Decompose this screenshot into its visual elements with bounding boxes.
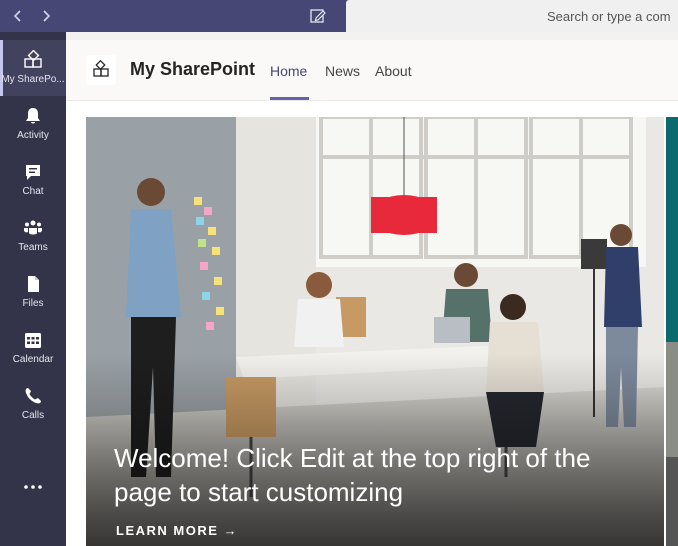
site-logo [86,55,116,85]
sharepoint-icon [93,59,109,77]
phone-icon [25,388,41,404]
secondary-hero-tile[interactable] [666,117,678,546]
file-icon [28,276,39,292]
rail-item-teams[interactable]: Teams [0,208,66,264]
back-button[interactable] [8,6,28,26]
search-placeholder: Search or type a com [547,9,671,24]
rail-label: Calls [21,410,45,421]
forward-button[interactable] [36,6,56,26]
rail-label: Teams [18,242,48,253]
tab-home[interactable]: Home [270,63,307,79]
rail-label: Chat [22,186,44,197]
more-apps-button[interactable] [22,480,44,494]
tab-about[interactable]: About [375,63,412,79]
rail-item-calendar[interactable]: Calendar [0,320,66,376]
title-bar: Search or type a com [0,0,678,32]
compose-icon [310,9,326,23]
chevron-left-icon [13,10,21,22]
tile-image [666,117,678,546]
rail-item-activity[interactable]: Activity [0,96,66,152]
active-tab-indicator [270,97,309,100]
learn-more-link[interactable]: LEARN MORE → [116,523,238,538]
site-title: My SharePoint [130,59,256,79]
app-bar: My SharePo... Activity Chat Teams Files … [0,32,66,546]
rail-label: Files [22,298,44,309]
rail-item-calls[interactable]: Calls [0,376,66,432]
bell-icon [26,108,40,124]
search-input[interactable]: Search or type a com [346,0,678,32]
chevron-right-icon [43,10,51,22]
rail-label: Activity [17,130,49,141]
sharepoint-icon [24,50,42,68]
calendar-icon [25,333,41,348]
rail-item-my-sharepoint[interactable]: My SharePo... [0,40,66,96]
sharepoint-app: My SharePoint Home News About Welcome! C… [66,40,678,546]
rail-label: My SharePo... [1,74,65,85]
teams-icon [24,220,42,235]
hero-banner[interactable]: Welcome! Click Edit at the top right of … [86,117,664,546]
chat-icon [26,165,40,180]
compose-button[interactable] [308,6,328,26]
hero-title: Welcome! Click Edit at the top right of … [114,443,591,507]
more-icon [24,485,42,489]
rail-item-files[interactable]: Files [0,264,66,320]
rail-label: Calendar [12,354,54,365]
tab-news[interactable]: News [325,63,360,79]
rail-item-chat[interactable]: Chat [0,152,66,208]
site-header: My SharePoint Home News About [66,40,678,101]
